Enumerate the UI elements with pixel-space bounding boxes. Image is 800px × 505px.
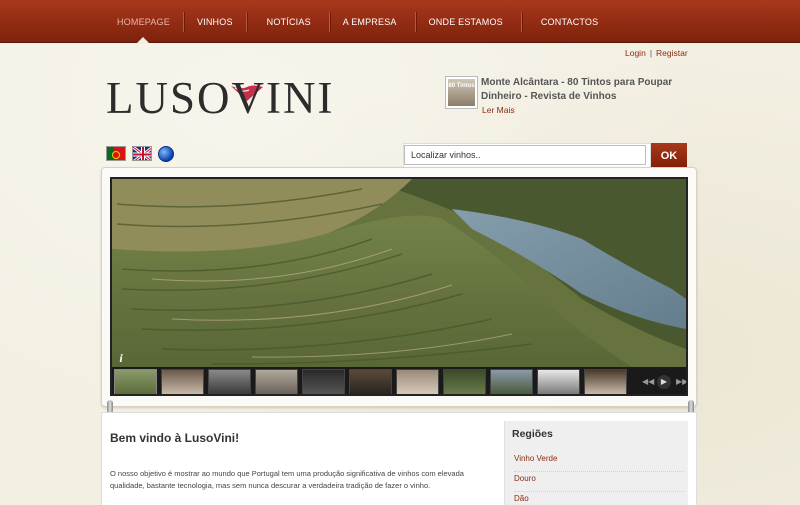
top-navigation: HOMEPAGE VINHOS NOTÍCIAS A EMPRESA ONDE … xyxy=(0,0,800,44)
regions-sidebar: Regiões Vinho Verde Douro Dão xyxy=(504,421,688,505)
slider-thumbnail[interactable] xyxy=(349,369,392,394)
region-link-dao[interactable]: Dão xyxy=(514,494,684,505)
nav-item-vinhos[interactable]: VINHOS xyxy=(184,0,246,43)
nav-label-vinhos: VINHOS xyxy=(196,16,233,27)
nav-label-homepage: HOMEPAGE xyxy=(117,16,170,27)
search-input[interactable] xyxy=(404,145,646,165)
slider-thumbnail[interactable] xyxy=(302,369,345,394)
news-title[interactable]: Monte Alcântara - 80 Tintos para Poupar … xyxy=(481,76,681,104)
nav-item-contactos[interactable]: CONTACTOS xyxy=(522,0,611,43)
news-thumbnail-image: 80 Tintos xyxy=(448,79,475,106)
image-slider: i ◀◀ ▶ ▶▶ xyxy=(110,177,688,396)
slider-thumbnail[interactable] xyxy=(396,369,439,394)
logo-text-ini: INI xyxy=(266,73,335,123)
slider-thumbnails xyxy=(112,369,627,394)
nav-label-onde-estamos: ONDE ESTAMOS xyxy=(428,16,503,27)
nav-items: HOMEPAGE VINHOS NOTÍCIAS A EMPRESA ONDE … xyxy=(104,0,611,44)
prev-icon[interactable]: ◀◀ xyxy=(642,376,654,388)
nav-label-contactos: CONTACTOS xyxy=(540,16,599,27)
slide-image-douro-vineyards[interactable]: i xyxy=(112,179,686,367)
flag-portugal-icon[interactable] xyxy=(106,146,126,161)
region-link-vinho-verde[interactable]: Vinho Verde xyxy=(514,454,684,472)
welcome-text: O nosso objetivo é mostrar ao mundo que … xyxy=(110,469,464,490)
welcome-title: Bem vindo à LusoVini! xyxy=(110,431,240,445)
slider-thumbnail[interactable] xyxy=(443,369,486,394)
news-thumbnail[interactable]: 80 Tintos xyxy=(445,76,478,109)
news-teaser: 80 Tintos Monte Alcântara - 80 Tintos pa… xyxy=(445,76,685,136)
slider-thumbnail[interactable] xyxy=(490,369,533,394)
nav-label-noticias: NOTÍCIAS xyxy=(266,16,311,27)
nav-item-a-empresa[interactable]: A EMPRESA xyxy=(330,0,415,43)
globe-icon[interactable] xyxy=(158,146,174,162)
logo-text-v: V xyxy=(231,73,267,123)
auth-separator: | xyxy=(649,48,653,58)
slider-thumbnail[interactable] xyxy=(161,369,204,394)
info-icon[interactable]: i xyxy=(114,351,128,365)
logo-text-luso: LUSO xyxy=(106,73,232,123)
slider-thumbnail[interactable] xyxy=(584,369,627,394)
nav-item-noticias[interactable]: NOTÍCIAS xyxy=(247,0,329,43)
site-logo[interactable]: LUSO VINI xyxy=(106,72,334,124)
auth-links: Login | Registar xyxy=(625,48,688,58)
nav-active-pointer xyxy=(136,37,151,44)
language-selector xyxy=(106,146,174,162)
slider-controls: ◀◀ ▶ ▶▶ xyxy=(642,375,686,389)
register-link[interactable]: Registar xyxy=(656,48,688,58)
news-read-more-link[interactable]: Ler Mais xyxy=(482,105,515,115)
slider-thumbnail[interactable] xyxy=(114,369,157,394)
slider-thumbnail[interactable] xyxy=(537,369,580,394)
login-link[interactable]: Login xyxy=(625,48,646,58)
logo-v: V xyxy=(230,72,267,124)
search-ok-button[interactable]: OK xyxy=(651,143,687,168)
nav-item-homepage[interactable]: HOMEPAGE xyxy=(104,0,183,44)
slider-thumbnail[interactable] xyxy=(255,369,298,394)
region-link-douro[interactable]: Douro xyxy=(514,474,684,492)
play-icon[interactable]: ▶ xyxy=(657,375,671,389)
nav-label-a-empresa: A EMPRESA xyxy=(342,16,397,27)
nav-item-onde-estamos[interactable]: ONDE ESTAMOS xyxy=(416,0,521,43)
next-icon[interactable]: ▶▶ xyxy=(676,376,686,388)
flag-uk-icon[interactable] xyxy=(132,146,152,161)
regions-title: Regiões xyxy=(512,428,553,440)
slider-thumbnail[interactable] xyxy=(208,369,251,394)
